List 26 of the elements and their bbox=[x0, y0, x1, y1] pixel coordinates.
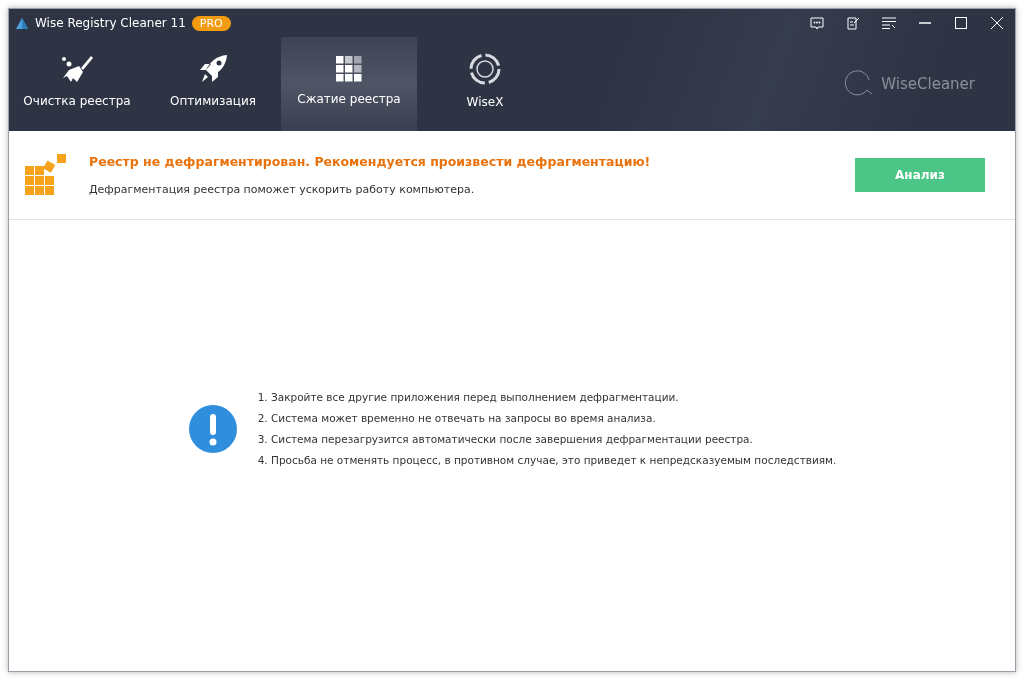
fragmented-blocks-icon bbox=[25, 154, 67, 196]
instruction-note: 4. Просьба не отменять процесс, в противном случае, это приведет к непредсказуемым последствиям. bbox=[257, 454, 837, 466]
nav-tab[interactable]: WiseX bbox=[417, 37, 553, 131]
warning-title: Реестр не дефрагментирован. Рекомендуется произвести дефрагментацию! bbox=[89, 154, 652, 169]
ai-swirl-icon bbox=[469, 53, 501, 85]
instruction-note: 2. Система может временно не отвечать на запросы во время анализа. bbox=[257, 412, 657, 424]
app-logo-icon bbox=[15, 16, 29, 30]
close-icon bbox=[991, 17, 1003, 29]
rocket-icon bbox=[198, 54, 228, 84]
broom-icon bbox=[61, 54, 93, 84]
exclamation-icon bbox=[187, 403, 238, 454]
nav-tab[interactable]: Сжатие реестра bbox=[281, 37, 417, 131]
minimize-icon bbox=[919, 22, 931, 24]
banner-subtitle: Дефрагментация реестра поможет ускорить работу компьютера. bbox=[89, 183, 476, 196]
instruction-note: 1. Закройте все другие приложения перед выполнением дефрагментации. bbox=[257, 391, 680, 403]
blocks-icon bbox=[336, 56, 362, 82]
pro-badge: PRO bbox=[191, 15, 231, 31]
nav-tab[interactable]: Очистка реестра bbox=[9, 37, 145, 131]
edit-icon bbox=[846, 16, 860, 30]
instruction-note: 3. Система перезагрузится автоматически после завершения дефрагментации реестра. bbox=[257, 433, 754, 445]
menu-icon bbox=[882, 17, 896, 29]
window-title: Wise Registry Cleaner 11 bbox=[35, 16, 186, 30]
maximize-icon bbox=[955, 17, 967, 29]
nav-tab[interactable]: Оптимизация bbox=[145, 37, 281, 131]
brand-name: WiseCleaner bbox=[881, 75, 975, 93]
chat-icon bbox=[810, 16, 824, 30]
